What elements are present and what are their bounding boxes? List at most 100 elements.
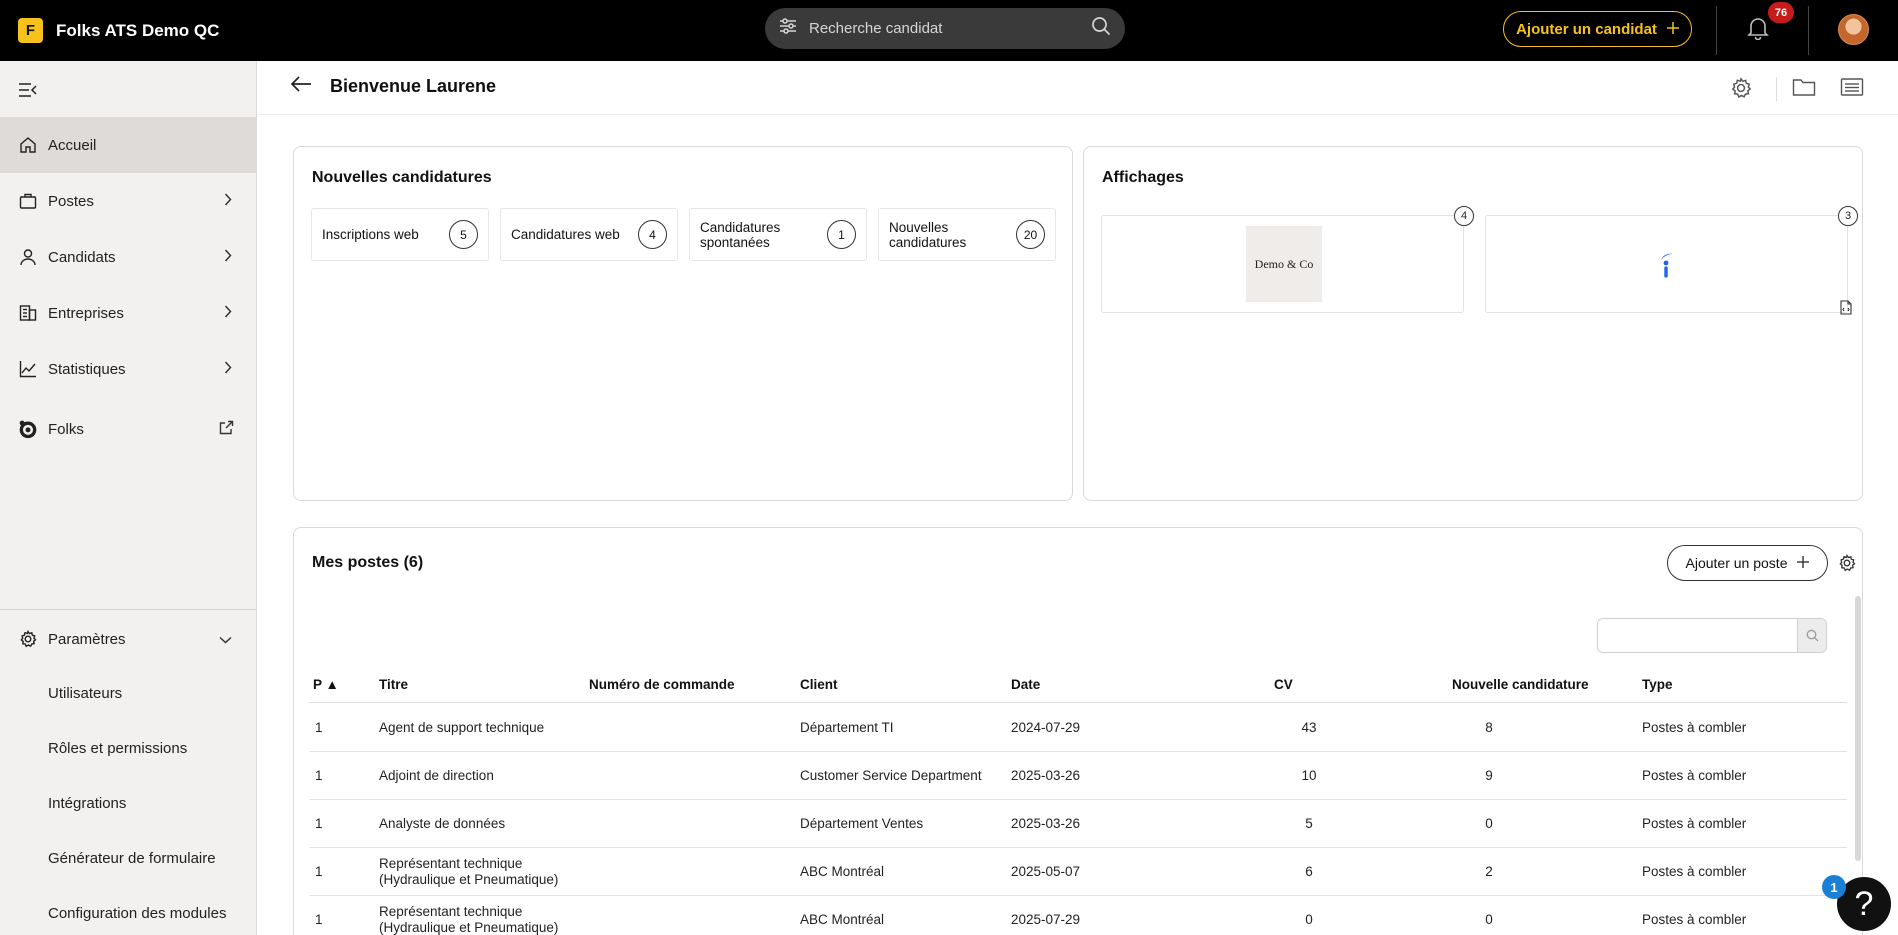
collapse-menu-icon[interactable] [18,82,38,103]
filter-sliders-icon[interactable] [779,17,797,40]
job-board-demo-co[interactable]: Demo & Co 4 [1101,206,1474,313]
external-link-icon [219,420,234,439]
stat-label: Candidatures spontanées [700,219,781,250]
table-search-button[interactable] [1797,619,1826,652]
postings-card: Affichages Demo & Co 4 3 [1083,146,1863,501]
stat-label: Inscriptions web [322,227,419,242]
sidebar-item-label: Postes [48,192,94,210]
board-count: 4 [1454,206,1474,226]
sidebar-item-parametres[interactable]: Paramètres [0,611,256,667]
column-header-priority[interactable]: P ▲ [313,677,339,692]
chart-icon [18,359,38,379]
settings-gear-icon[interactable] [1730,77,1752,104]
table-row[interactable]: 1 Agent de support technique Département T… [309,704,1847,752]
column-header-client[interactable]: Client [800,677,838,692]
sidebar-item-accueil[interactable]: Accueil [0,117,256,173]
chevron-right-icon [224,192,232,210]
table-scrollbar[interactable] [1855,596,1861,861]
board-count: 3 [1838,206,1858,226]
add-post-button[interactable]: Ajouter un poste [1667,545,1828,581]
sidebar-item-entreprises[interactable]: Entreprises [0,285,256,341]
cell-new-application: 8 [1485,719,1493,735]
cell-type: Postes à combler [1642,767,1747,783]
sidebar-item-postes[interactable]: Postes [0,173,256,229]
my-posts-card: Mes postes (6) Ajouter un poste P ▲ Titr… [293,527,1863,935]
cell-client: Customer Service Department [800,767,982,783]
briefcase-icon [18,191,38,211]
indeed-logo-icon [1658,252,1674,283]
brand[interactable]: F Folks ATS Demo QC [18,18,219,43]
column-header-order-number[interactable]: Numéro de commande [589,677,735,692]
cell-title[interactable]: Analyste de données [379,800,579,847]
column-header-type[interactable]: Type [1642,677,1673,692]
table-settings-gear-icon[interactable] [1838,554,1856,577]
cell-order-number [589,848,789,895]
cell-title[interactable]: Représentant technique (Hydraulique et P… [379,848,579,895]
cell-order-number [589,752,789,799]
divider [1808,6,1809,55]
list-view-icon[interactable] [1840,77,1864,102]
cell-client: Département Ventes [800,815,924,831]
cell-cv: 10 [1301,767,1317,783]
cell-cv: 5 [1305,815,1313,831]
cell-client: ABC Montréal [800,911,885,927]
table-header: P ▲ Titre Numéro de commande Client Date… [309,667,1847,703]
page-title: Bienvenue Laurene [330,76,497,96]
cell-title[interactable]: Représentant technique (Hydraulique et P… [379,896,579,935]
settings-item-roles[interactable]: Rôles et permissions [48,740,187,757]
sidebar-item-statistiques[interactable]: Statistiques [0,341,256,397]
sidebar-item-folks[interactable]: Folks [0,401,256,457]
stat-label: Nouvelles candidatures [889,219,967,250]
gear-icon [18,629,38,649]
sidebar-item-candidats[interactable]: Candidats [0,229,256,285]
plus-icon [1666,21,1679,38]
table-row[interactable]: 1 Représentant technique (Hydraulique et … [309,848,1847,896]
bell-icon[interactable] [1747,16,1769,45]
cell-order-number [589,896,789,935]
search-icon[interactable] [1091,16,1111,41]
table-row[interactable]: 1 Représentant technique (Hydraulique et … [309,896,1847,935]
search-input[interactable]: Recherche candidat [809,20,1091,37]
job-board-indeed[interactable]: 3 [1485,206,1858,315]
sidebar-item-label: Folks [48,420,84,438]
cell-order-number [589,704,789,751]
card-title: Nouvelles candidatures [312,169,492,186]
cell-type: Postes à combler [1642,911,1747,927]
cell-title[interactable]: Adjoint de direction [379,752,579,799]
settings-item-form-generator[interactable]: Générateur de formulaire [48,850,216,867]
chevron-right-icon [224,304,232,322]
add-candidate-button[interactable]: Ajouter un candidat [1503,11,1692,47]
candidate-search[interactable]: Recherche candidat [765,8,1125,49]
cell-title[interactable]: Agent de support technique [379,704,579,751]
sidebar: Accueil Postes Candidats Entreprises Sta… [0,61,257,935]
new-applications-card: Nouvelles candidatures Inscriptions web … [293,146,1073,501]
back-arrow-icon[interactable] [290,75,312,98]
settings-item-integrations[interactable]: Intégrations [48,795,126,812]
sidebar-item-label: Accueil [48,136,97,154]
stat-new-applications[interactable]: Nouvelles candidatures 20 [878,208,1056,261]
cell-new-application: 9 [1485,767,1493,783]
settings-item-module-config[interactable]: Configuration des modules [48,905,226,922]
column-header-new-application[interactable]: Nouvelle candidature [1452,677,1589,692]
stat-web-applications[interactable]: Candidatures web 4 [500,208,678,261]
sidebar-item-label: Candidats [48,248,116,266]
column-header-title[interactable]: Titre [379,677,408,692]
cell-cv: 43 [1301,719,1317,735]
cell-priority: 1 [315,911,323,927]
table-search-input[interactable] [1598,619,1798,652]
stat-spontaneous-applications[interactable]: Candidatures spontanées 1 [689,208,867,261]
sidebar-item-label: Entreprises [48,304,124,322]
table-row[interactable]: 1 Adjoint de direction Customer Service De… [309,752,1847,800]
table-search[interactable] [1597,618,1827,653]
table-row[interactable]: 1 Analyste de données Département Ventes 20… [309,800,1847,848]
brand-name: Folks ATS Demo QC [56,20,220,40]
folder-icon[interactable] [1792,77,1816,102]
stat-web-registrations[interactable]: Inscriptions web 5 [311,208,489,261]
column-header-date[interactable]: Date [1011,677,1040,692]
add-post-label: Ajouter un poste [1685,555,1788,571]
cell-client: Département TI [800,719,894,735]
settings-item-utilisateurs[interactable]: Utilisateurs [48,685,122,702]
column-header-cv[interactable]: CV [1274,677,1293,692]
avatar[interactable] [1838,14,1869,45]
document-icon[interactable] [1840,300,1852,320]
